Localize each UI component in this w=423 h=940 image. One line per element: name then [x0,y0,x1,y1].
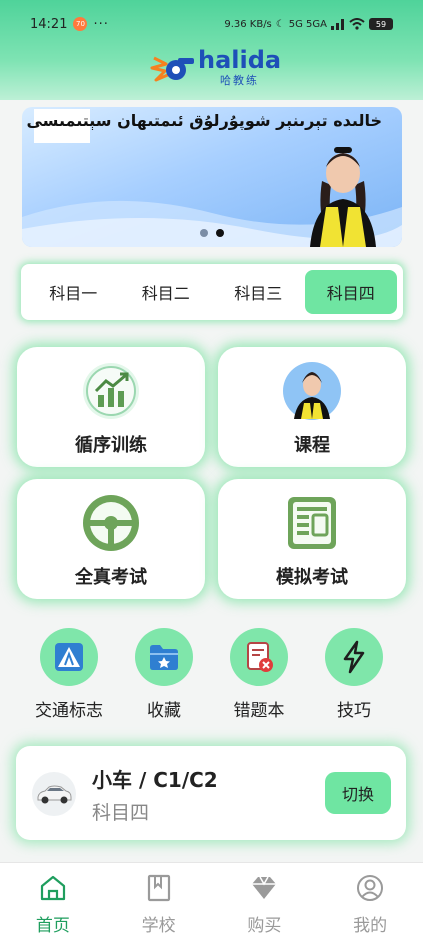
app-logo: halida 哈教练 [148,48,281,88]
tab-label: 学校 [141,916,176,936]
banner-title: خالىدە تېرىنېر شوپۇرلۇق ئىمتىھان سېتىمىس… [26,111,382,130]
banner-pagination[interactable] [200,229,224,237]
quick-action-label: 错题本 [233,701,285,721]
banner-dot[interactable] [200,229,208,237]
car-icon [32,772,76,816]
quick-tips[interactable]: 技巧 [314,626,394,721]
tab-subject-4[interactable]: 科目四 [304,270,397,314]
status-time: 14:21 [30,16,68,32]
tab-label: 购买 [247,916,282,936]
user-icon [357,875,384,901]
vehicle-type: 小车 / C1/C2 [92,768,218,792]
signal-icon [331,19,344,30]
status-bar: 14:21 70 ··· 9.36 KB/s ☾ 5G 5GA 59 [0,0,423,48]
banner-dot-active[interactable] [216,229,224,237]
traffic-sign-icon [55,643,83,671]
bottom-tab-bar: 首页 学校 购买 我的 [0,862,423,940]
wifi-icon [349,18,365,30]
switch-vehicle-button[interactable]: 切换 [325,772,391,814]
tab-mine[interactable]: 我的 [317,863,423,940]
quick-traffic-signs[interactable]: 交通标志 [29,626,109,721]
vehicle-selector-card: 小车 / C1/C2 科目四 切换 [16,746,406,840]
status-right-group: 9.36 KB/s ☾ 5G 5GA 59 [224,18,393,30]
lightning-icon [343,640,365,674]
network-speed: 9.36 KB/s [224,18,272,30]
home-icon [40,875,65,901]
tab-label: 首页 [35,916,70,936]
promo-banner[interactable]: خالىدە تېرىنېر شوپۇرلۇق ئىمتىھان سېتىمىس… [22,107,402,247]
quick-action-label: 交通标志 [35,701,103,721]
instructor-avatar-icon [283,362,341,420]
card-sequential-practice[interactable]: 循序训练 [17,347,205,467]
tab-home[interactable]: 首页 [0,863,106,940]
moon-icon: ☾ [275,18,285,30]
card-label: 课程 [294,435,330,456]
tab-subject-1[interactable]: 科目一 [27,270,120,314]
card-label: 循序训练 [75,435,147,456]
card-label: 全真考试 [75,567,147,588]
card-real-exam[interactable]: 全真考试 [17,479,205,599]
header-background: 14:21 70 ··· 9.36 KB/s ☾ 5G 5GA 59 halid… [0,0,423,100]
tab-subject-3[interactable]: 科目三 [212,270,305,314]
book-icon [147,874,170,902]
card-label: 模拟考试 [276,567,348,588]
bar-chart-trend-icon [83,363,139,419]
steering-wheel-icon [83,495,139,551]
quick-action-label: 收藏 [147,701,181,721]
exam-paper-icon [288,497,336,549]
vehicle-subject: 科目四 [92,802,150,824]
logo-name: halida [198,46,282,74]
battery-icon: 59 [369,18,393,30]
diamond-icon [252,876,277,899]
quick-action-label: 技巧 [337,701,371,721]
more-notifications-indicator: ··· [93,16,109,32]
logo-subtitle: 哈教练 [220,74,260,87]
quick-favorites[interactable]: 收藏 [124,626,204,721]
network-type: 5G 5GA [288,18,327,30]
card-mock-exam[interactable]: 模拟考试 [218,479,406,599]
tab-purchase[interactable]: 购买 [212,863,318,940]
tab-label: 我的 [353,916,388,936]
whistle-logo-icon [150,56,194,82]
wrong-questions-icon [247,642,273,672]
subject-tabs: 科目一 科目二 科目三 科目四 [21,264,403,320]
quick-wrong-questions[interactable]: 错题本 [219,626,299,721]
notification-badge: 70 [73,17,88,31]
instructor-illustration [310,147,376,247]
tab-subject-2[interactable]: 科目二 [120,270,213,314]
card-course[interactable]: 课程 [218,347,406,467]
favorites-folder-icon [150,645,178,670]
tab-school[interactable]: 学校 [106,863,212,940]
